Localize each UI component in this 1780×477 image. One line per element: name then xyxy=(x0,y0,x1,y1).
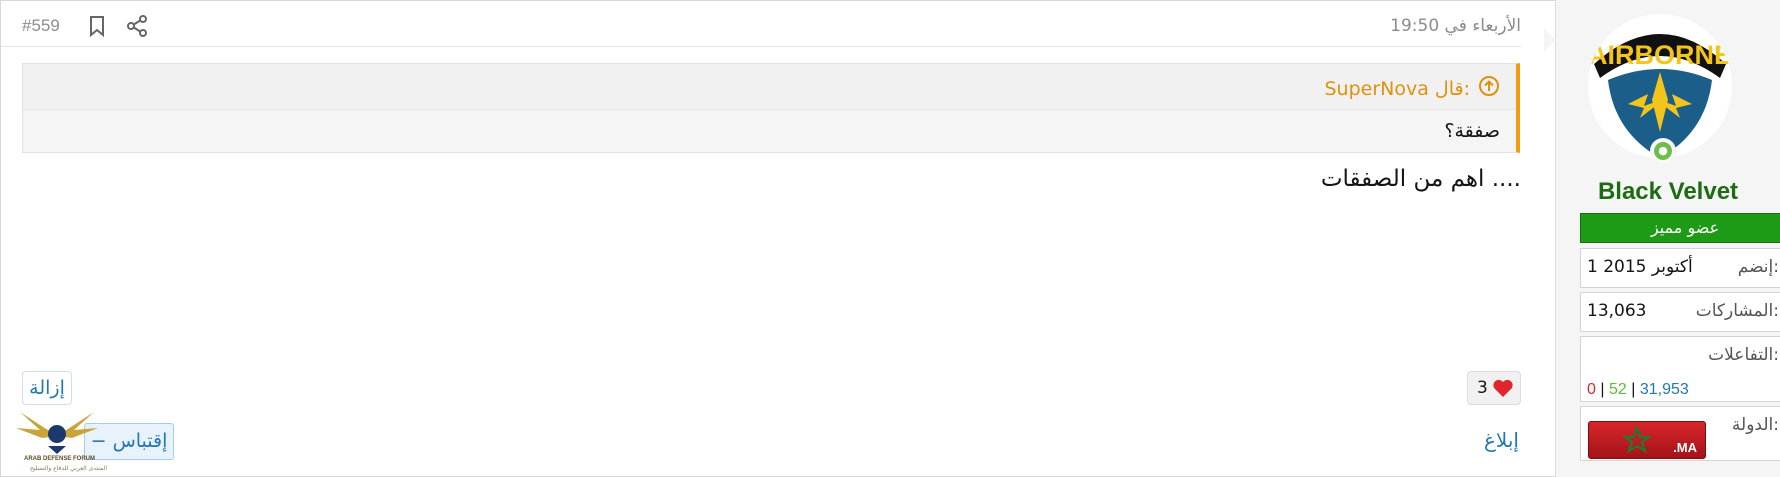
quote-author[interactable]: SuperNova قال: xyxy=(1324,78,1470,100)
svg-text:AIRBORNE: AIRBORNE xyxy=(1588,40,1732,70)
post-date[interactable]: الأربعاء في 19:50 xyxy=(1390,16,1521,36)
post-number[interactable]: #559 xyxy=(22,16,60,36)
watermark-subtitle: المنتدى العربي للدفاع والتسليح xyxy=(30,465,107,472)
reactions-values: 0 | 52 | 31,953 xyxy=(1587,381,1689,399)
reaction-separator: | xyxy=(1631,381,1636,398)
remove-button[interactable]: إزالة xyxy=(22,371,72,405)
eagle-logo-icon xyxy=(16,412,98,454)
quote-header: SuperNova قال: xyxy=(23,64,1516,110)
share-icon[interactable] xyxy=(125,14,149,38)
reaction-summary[interactable]: 3 xyxy=(1467,371,1521,405)
watermark-title: ARAB DEFENSE FORUM xyxy=(24,456,96,462)
sidebar-pointer xyxy=(1544,28,1556,52)
avatar[interactable]: AIRBORNE xyxy=(1588,14,1732,158)
pentagram-icon xyxy=(1621,424,1653,454)
online-status-icon: ● xyxy=(1650,138,1676,164)
quote-block: SuperNova قال: صفقة؟ xyxy=(22,63,1520,153)
country-label: الدولة: xyxy=(1731,415,1779,435)
quote-text: صفقة؟ xyxy=(1444,120,1500,142)
report-link[interactable]: إبلاغ xyxy=(1484,428,1519,452)
joined-value: 1 أكتوبر 2015 xyxy=(1587,257,1693,277)
posts-value: 13,063 xyxy=(1587,301,1647,321)
reaction-positive: 31,953 xyxy=(1639,381,1689,398)
country-row: الدولة: .MA xyxy=(1580,406,1780,461)
post-message: اهم من الصفقات .... xyxy=(1320,166,1521,192)
username[interactable]: Black Velvet xyxy=(1556,178,1780,206)
arab-defense-forum-logo: ARAB DEFENSE FORUM المنتدى العربي للدفاع… xyxy=(12,406,107,476)
posts-row: المشاركات: 13,063 xyxy=(1580,292,1780,332)
reaction-separator: | xyxy=(1600,381,1605,398)
flag-text: .MA xyxy=(1673,440,1697,455)
heart-icon[interactable] xyxy=(1492,378,1514,402)
joined-label: إنضم: xyxy=(1737,257,1779,277)
morocco-flag-icon: .MA xyxy=(1588,421,1706,459)
quote-author-link[interactable]: SuperNova قال: xyxy=(1324,75,1500,102)
user-sidebar: AIRBORNE ● Black Velvet عضو مميز إنضم: 1… xyxy=(1555,0,1780,477)
posts-label: المشاركات: xyxy=(1695,301,1779,321)
bookmark-icon[interactable] xyxy=(85,14,109,38)
reactions-label: التفاعلات: xyxy=(1708,345,1779,365)
joined-row: إنضم: 1 أكتوبر 2015 xyxy=(1580,248,1780,288)
reactions-row: التفاعلات: 0 | 52 | 31,953 xyxy=(1580,336,1780,402)
user-title-badge: عضو مميز xyxy=(1580,213,1780,243)
likes-count[interactable]: 3 xyxy=(1477,378,1488,398)
arrow-up-circle-icon[interactable] xyxy=(1478,75,1500,102)
reaction-neutral: 52 xyxy=(1608,381,1627,398)
reaction-negative: 0 xyxy=(1587,381,1596,398)
post-header: الأربعاء في 19:50 #559 xyxy=(1,0,1521,47)
airborne-avatar-image: AIRBORNE xyxy=(1588,14,1732,158)
